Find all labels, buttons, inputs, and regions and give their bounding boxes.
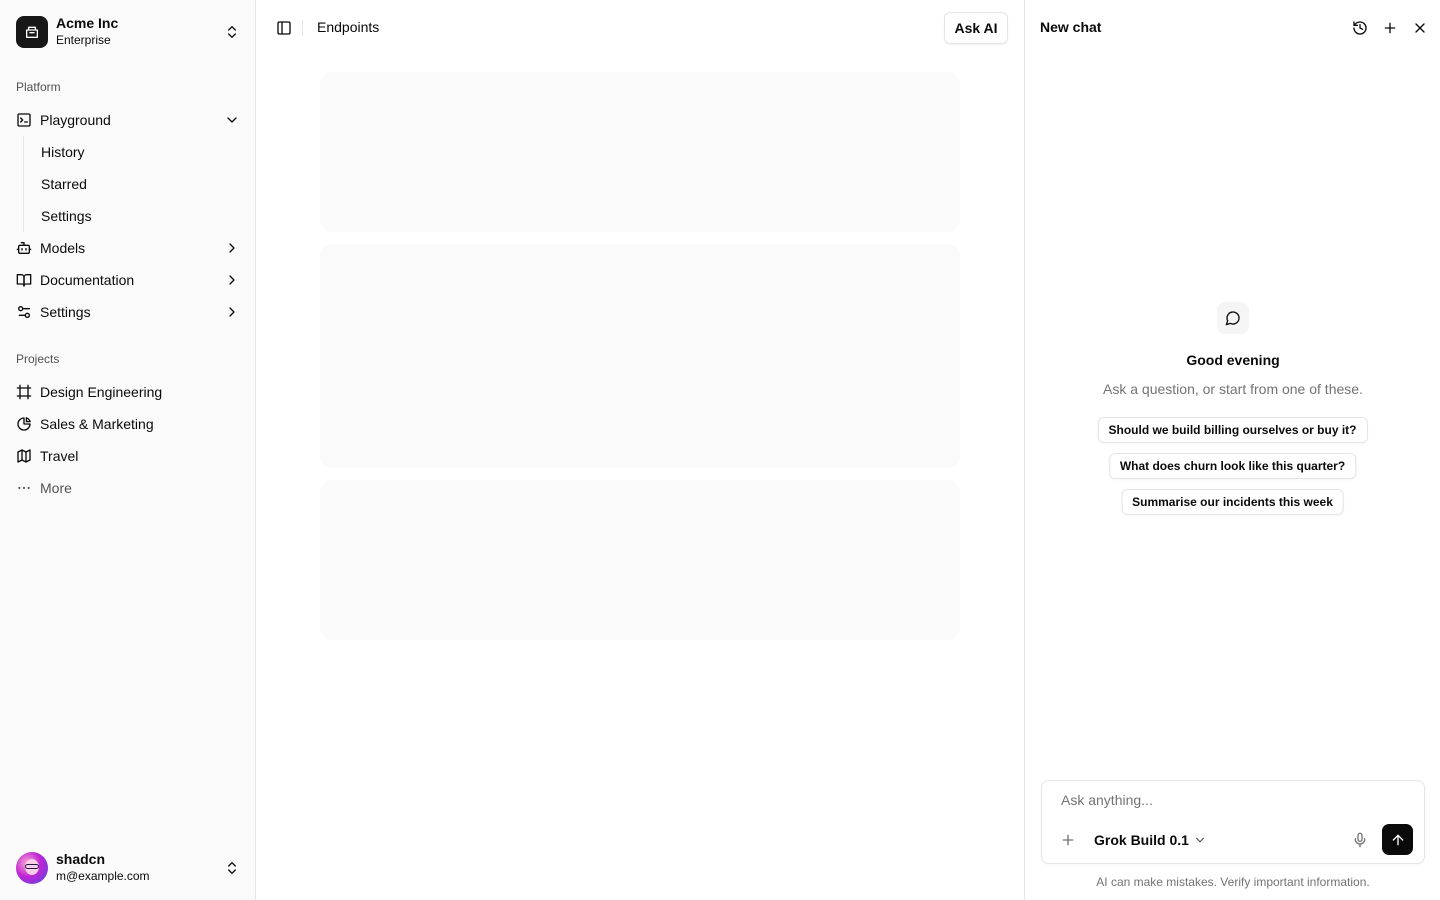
- sidebar-subitem-settings[interactable]: Settings: [33, 202, 239, 230]
- project-label: Travel: [40, 448, 79, 464]
- frame-icon: [16, 384, 32, 400]
- sidebar-item-documentation[interactable]: Documentation: [8, 264, 248, 296]
- team-logo-icon: [16, 16, 48, 48]
- history-icon: [1353, 21, 1367, 35]
- main-content: Endpoints Ask AI: [256, 0, 1024, 900]
- platform-group-label: Platform: [16, 80, 61, 94]
- close-icon: [1415, 23, 1425, 33]
- avatar: [16, 852, 48, 884]
- chevrons-up-down-icon: [228, 862, 236, 874]
- chevron-right-icon: [229, 275, 235, 285]
- microphone-button[interactable]: [1348, 828, 1372, 852]
- suggestion-button[interactable]: What does churn look like this quarter?: [1108, 453, 1357, 479]
- settings-sliders-icon: [17, 306, 30, 318]
- ask-ai-button[interactable]: Ask AI: [944, 12, 1008, 44]
- project-design-engineering[interactable]: Design Engineering: [8, 376, 248, 408]
- chat-title: New chat: [1040, 19, 1102, 35]
- close-chat-button[interactable]: [1408, 16, 1432, 40]
- team-plan: Enterprise: [56, 33, 111, 47]
- sidebar-item-label: Models: [40, 240, 86, 256]
- message-circle-icon: [1217, 302, 1249, 334]
- new-chat-button[interactable]: [1378, 16, 1402, 40]
- chevrons-up-down-icon: [228, 26, 236, 38]
- chevron-right-icon: [229, 243, 235, 253]
- bot-icon: [16, 242, 32, 254]
- sidebar: Acme Inc Enterprise Platform Playground …: [0, 0, 256, 900]
- projects-group-label: Projects: [16, 352, 60, 366]
- plus-icon: [1062, 834, 1074, 846]
- sidebar-item-models[interactable]: Models: [8, 232, 248, 264]
- header-divider: [302, 20, 303, 36]
- sidebar-item-label: Documentation: [40, 272, 135, 288]
- arrow-up-icon: [1392, 834, 1403, 845]
- chat-subtext: Ask a question, or start from one of the…: [1103, 381, 1363, 397]
- sidebar-item-label: Settings: [40, 304, 91, 320]
- sidebar-item-settings[interactable]: Settings: [8, 296, 248, 328]
- book-open-icon: [16, 274, 32, 287]
- user-email: m@example.com: [56, 869, 150, 883]
- map-icon: [17, 449, 31, 463]
- mic-icon: [1354, 832, 1366, 848]
- suggestion-button[interactable]: Should we build billing ourselves or buy…: [1097, 417, 1368, 443]
- sidebar-toggle-button[interactable]: [270, 14, 298, 42]
- chat-greeting: Good evening: [1186, 352, 1280, 368]
- submenu-guide-line: [23, 136, 24, 232]
- attach-button[interactable]: [1056, 828, 1080, 852]
- send-button[interactable]: [1382, 824, 1413, 855]
- more-horizontal-icon: [18, 486, 30, 490]
- chat-panel: New chat Good evening Ask a question, or…: [1024, 0, 1440, 900]
- project-sales-marketing[interactable]: Sales & Marketing: [8, 408, 248, 440]
- more-label: More: [40, 480, 72, 496]
- panel-left-icon: [277, 21, 291, 35]
- suggestion-button[interactable]: Summarise our incidents this week: [1121, 489, 1344, 515]
- sidebar-subitem-history[interactable]: History: [33, 138, 239, 166]
- skeleton-card: [320, 72, 960, 232]
- project-label: Sales & Marketing: [40, 416, 154, 432]
- model-select-value: Grok Build 0.1: [1094, 832, 1189, 848]
- chevron-down-icon: [227, 117, 237, 123]
- project-label: Design Engineering: [40, 384, 163, 400]
- pie-chart-icon: [17, 417, 31, 431]
- skeleton-card: [320, 480, 960, 640]
- plus-icon: [1384, 22, 1396, 34]
- chat-input[interactable]: [1043, 782, 1423, 818]
- sidebar-item-label: Playground: [40, 112, 111, 128]
- user-menu[interactable]: shadcn m@example.com: [8, 844, 248, 892]
- chevron-down-icon: [1195, 837, 1205, 843]
- sidebar-subitem-starred[interactable]: Starred: [33, 170, 239, 198]
- terminal-square-icon: [17, 113, 31, 127]
- projects-more-button[interactable]: More: [8, 472, 248, 504]
- skeleton-card: [320, 244, 960, 468]
- team-name: Acme Inc: [56, 15, 119, 31]
- user-name: shadcn: [56, 851, 106, 867]
- chat-history-button[interactable]: [1348, 16, 1372, 40]
- chevron-right-icon: [229, 307, 235, 317]
- breadcrumb[interactable]: Endpoints: [317, 19, 379, 35]
- top-bar: Endpoints Ask AI: [256, 0, 1024, 56]
- project-travel[interactable]: Travel: [8, 440, 248, 472]
- chat-composer: Grok Build 0.1: [1041, 780, 1425, 864]
- model-select[interactable]: Grok Build 0.1: [1086, 828, 1215, 852]
- sidebar-item-playground[interactable]: Playground: [8, 104, 248, 136]
- ai-disclaimer: AI can make mistakes. Verify important i…: [1096, 875, 1370, 889]
- team-switcher[interactable]: Acme Inc Enterprise: [8, 8, 248, 56]
